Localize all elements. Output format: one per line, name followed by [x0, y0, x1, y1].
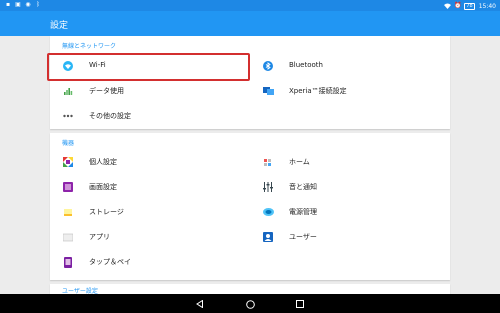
power-icon: [262, 206, 274, 218]
settings-item-apps[interactable]: アプリ: [50, 225, 246, 249]
location-icon: ◉: [25, 1, 31, 8]
system-icons: ⏰ 78 15:40: [444, 1, 496, 11]
section-title-device: 機器: [62, 140, 75, 147]
settings-item-tap-pay[interactable]: タップ＆ペイ: [50, 250, 246, 274]
clock: 15:40: [478, 2, 496, 10]
display-icon: [62, 181, 74, 193]
equalizer-icon: [262, 181, 274, 193]
settings-item-label: 音と通知: [289, 183, 317, 191]
page-title: 設定: [50, 21, 69, 31]
image-notification-icon: ▣: [15, 1, 21, 8]
data-usage-icon: [62, 85, 74, 97]
settings-item-storage[interactable]: ストレージ: [50, 200, 246, 224]
users-icon: [262, 231, 274, 243]
bluetooth-icon: [262, 60, 274, 72]
wireless-section: 無線とネットワーク Wi-Fi Bluetooth データ使用 Xperia™接…: [50, 36, 450, 129]
settings-item-users[interactable]: ユーザー: [250, 225, 446, 249]
settings-item-xperia-connect[interactable]: Xperia™接続設定: [250, 79, 446, 103]
notification-icons: ▪ ▣ ◉ ᛒ: [5, 2, 41, 8]
personalize-icon: [62, 156, 74, 168]
settings-item-personalize[interactable]: 個人設定: [50, 150, 246, 174]
settings-item-label: Bluetooth: [289, 61, 323, 69]
settings-item-sound-notification[interactable]: 音と通知: [250, 175, 446, 199]
settings-item-label: ユーザー: [289, 233, 317, 241]
settings-item-label: アプリ: [89, 233, 110, 241]
wifi-highlight-frame: [47, 53, 250, 81]
battery-icon: 78: [464, 2, 475, 10]
status-bar: ▪ ▣ ◉ ᛒ ⏰ 78 15:40: [0, 0, 500, 11]
back-button[interactable]: [194, 298, 206, 310]
settings-item-data-usage[interactable]: データ使用: [50, 79, 246, 103]
settings-item-label: ホーム: [289, 158, 310, 166]
apps-icon: [62, 231, 74, 243]
settings-item-label: その他の設定: [89, 112, 131, 120]
settings-item-label: Xperia™接続設定: [289, 87, 347, 95]
bluetooth-status-icon: ᛒ: [36, 1, 40, 8]
settings-item-label: タップ＆ペイ: [89, 258, 131, 266]
settings-item-display[interactable]: 画面設定: [50, 175, 246, 199]
settings-item-label: 個人設定: [89, 158, 117, 166]
alarm-icon: ⏰: [454, 2, 462, 9]
app-toolbar: 設定: [0, 11, 500, 36]
more-icon: [62, 110, 74, 122]
wifi-status-icon: [444, 3, 452, 9]
recents-button[interactable]: [294, 298, 306, 310]
settings-item-bluetooth[interactable]: Bluetooth: [250, 54, 446, 78]
settings-item-home[interactable]: ホーム: [250, 150, 446, 174]
device-section: 機器 個人設定 ホーム 画面設定 音と通知 ストレージ 電源管理 アプリ ユーザ…: [50, 133, 450, 280]
settings-item-power[interactable]: 電源管理: [250, 200, 446, 224]
home-icon: [262, 156, 274, 168]
notification-icon: ▪: [5, 1, 11, 8]
settings-item-label: ストレージ: [89, 208, 124, 216]
xperia-connect-icon: [262, 85, 274, 97]
tap-pay-icon: [62, 256, 74, 268]
settings-item-more[interactable]: その他の設定: [50, 104, 246, 128]
storage-icon: [62, 206, 74, 218]
settings-item-label: 電源管理: [289, 208, 317, 216]
home-button[interactable]: [244, 298, 256, 310]
settings-item-label: 画面設定: [89, 183, 117, 191]
settings-item-label: データ使用: [89, 87, 124, 95]
navigation-bar: [0, 294, 500, 313]
section-title-wireless: 無線とネットワーク: [62, 43, 117, 50]
